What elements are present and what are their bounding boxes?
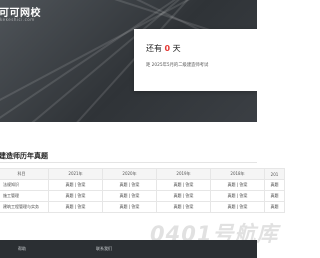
exam-link[interactable]: 真题 | 答案 (102, 179, 157, 191)
footer-link-contact[interactable]: 联系我们 (96, 246, 112, 252)
table-row: 法规知识 真题 | 答案 真题 | 答案 真题 | 答案 真题 | 答案 真题 (0, 179, 285, 191)
countdown-suffix: 天 (172, 44, 181, 53)
countdown-card: 还有 0 天 距 2025年5月的二级建造师考试 (134, 29, 257, 91)
footer-link-help[interactable]: 帮助 (18, 246, 26, 252)
exam-link[interactable]: 真题 | 答案 (156, 190, 211, 202)
exam-link[interactable]: 真题 | 答案 (48, 190, 103, 202)
exam-link[interactable]: 真题 | 答案 (210, 190, 265, 202)
section-title: 建造师历年真题 (0, 152, 48, 160)
footer: 帮助 联系我们 (0, 240, 257, 258)
exam-link[interactable]: 真题 | 答案 (102, 190, 157, 202)
exam-table: 科目 2021年 2020年 2019年 2018年 201 法规知识 真题 |… (0, 168, 285, 213)
column-header: 201 (264, 168, 285, 180)
column-header: 科目 (0, 168, 49, 180)
exam-link[interactable]: 真题 (264, 190, 285, 202)
section-divider (0, 162, 257, 163)
column-header: 2018年 (210, 168, 265, 180)
subject-cell: 施工管理 (0, 190, 49, 202)
exam-link[interactable]: 真题 | 答案 (156, 179, 211, 191)
column-header: 2019年 (156, 168, 211, 180)
countdown-title: 还有 0 天 (146, 43, 181, 54)
subject-cell: 建筑工程管理与实务 (0, 201, 49, 213)
exam-link[interactable]: 真题 | 答案 (210, 179, 265, 191)
site-logo-subtitle: kekeshici.com (0, 17, 35, 22)
exam-link[interactable]: 真题 | 答案 (156, 201, 211, 213)
table-row: 建筑工程管理与实务 真题 | 答案 真题 | 答案 真题 | 答案 真题 | 答… (0, 201, 285, 213)
column-header: 2020年 (102, 168, 157, 180)
exam-link[interactable]: 真题 (264, 201, 285, 213)
countdown-days: 0 (164, 44, 171, 53)
column-header: 2021年 (48, 168, 103, 180)
hero-banner: 可可网校 kekeshici.com 还有 0 天 距 2025年5月的二级建造… (0, 0, 257, 122)
table-header-row: 科目 2021年 2020年 2019年 2018年 201 (0, 168, 285, 180)
exam-link[interactable]: 真题 | 答案 (48, 179, 103, 191)
countdown-subtitle: 距 2025年5月的二级建造师考试 (146, 63, 209, 68)
subject-cell: 法规知识 (0, 179, 49, 191)
exam-link[interactable]: 真题 | 答案 (210, 201, 265, 213)
exam-link[interactable]: 真题 | 答案 (102, 201, 157, 213)
exam-link[interactable]: 真题 | 答案 (48, 201, 103, 213)
countdown-prefix: 还有 (146, 44, 162, 53)
exam-link[interactable]: 真题 (264, 179, 285, 191)
table-row: 施工管理 真题 | 答案 真题 | 答案 真题 | 答案 真题 | 答案 真题 (0, 190, 285, 202)
